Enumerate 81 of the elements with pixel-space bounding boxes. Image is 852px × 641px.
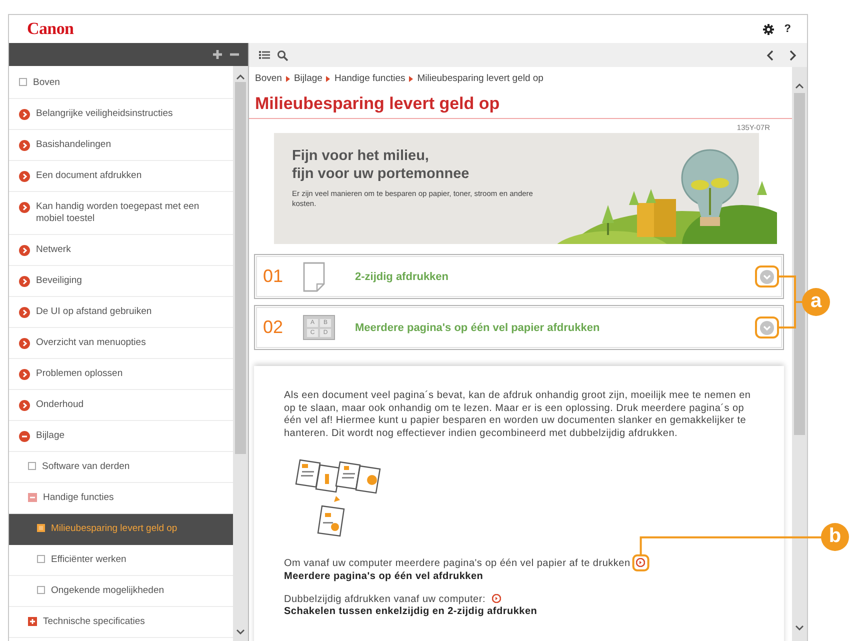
logo: Canon (27, 19, 74, 39)
toc-label: Efficiënter werken (51, 554, 126, 566)
breadcrumb-link[interactable]: Handige functies (334, 73, 406, 84)
collapse-icon[interactable] (28, 493, 37, 502)
scrollbar-thumb[interactable] (794, 93, 805, 435)
toc-item[interactable]: Basishandelingen (9, 130, 233, 161)
callout-badge: b (821, 523, 849, 552)
banner-headline: Fijn voor het milieu, fijn voor uw portemonnee (292, 147, 470, 183)
toc-label: Handige functies (43, 492, 114, 504)
breadcrumb-link[interactable]: Boven (255, 73, 282, 84)
breadcrumb-link[interactable]: Bijlage (294, 73, 322, 84)
body-paragraph: Als een document veel pagina´s bevat, kan de afdruk onhandig groot zijn, moeilijk mee te nemen en op te slaan, maar ook onhandig om te lezen. Maar er is een oplossing. Druk meerdere pagina´s op één vel af! Hiermee kunt u papier besparen en worden uw documenten slanker en gemakkelijker te hanteren. Dit wordt nog effectiever indien gecombineerd met dubbelzijdig afdrukken. (284, 390, 752, 440)
toc-item[interactable]: Onderhoud (9, 390, 233, 421)
link-sentence: Dubbelzijdig afdrukken vanaf uw computer: Schakelen tussen enkelzijdig en 2-zijdig afdrukken (284, 594, 538, 619)
page-icon (28, 462, 36, 470)
toc-item[interactable]: Overzicht van menuopties (9, 328, 233, 359)
link-arrow-icon[interactable] (636, 558, 646, 568)
page-icon (37, 555, 45, 563)
toc-item[interactable]: De UI op afstand gebruiken (9, 297, 233, 328)
callout-badge: a (802, 288, 830, 316)
topic-number: 02 (263, 317, 284, 338)
toc-item[interactable]: Netwerk (9, 235, 233, 266)
topic-number: 01 (263, 266, 284, 287)
toc-label: Een document afdrukken (36, 170, 142, 182)
expand-icon[interactable] (28, 617, 37, 626)
link-arrow-icon[interactable] (492, 594, 500, 603)
next-icon[interactable] (789, 50, 797, 60)
toc-label: Software van derden (42, 461, 130, 473)
previous-icon[interactable] (766, 50, 774, 60)
page-icon (303, 262, 325, 292)
toc-label: Beveiliging (36, 275, 82, 287)
toc-item[interactable]: Bijlage (9, 421, 233, 452)
toc-label: De UI op afstand gebruiken (36, 306, 152, 318)
scrollbar[interactable] (792, 67, 807, 641)
toc-label: Bijlage (36, 430, 65, 442)
expand-toggle-icon[interactable] (760, 270, 774, 284)
toc-label: Belangrijke veiligheidsinstructies (36, 108, 173, 120)
page-icon (19, 78, 27, 86)
toc-item[interactable]: Problemen oplossen (9, 359, 233, 390)
toc-item[interactable]: Belangrijke veiligheidsinstructies (9, 99, 233, 130)
search-icon[interactable] (277, 50, 288, 60)
link-sentence: Om vanaf uw computer meerdere pagina's op één vel papier af te drukken Meerdere pagina's op één vel afdrukken (284, 558, 754, 584)
expand-all-icon[interactable] (212, 49, 223, 60)
toc-label: Boven (33, 77, 60, 89)
toc-item[interactable]: Software van derden (9, 452, 233, 483)
chevron-up-icon[interactable] (795, 83, 804, 89)
toc-item[interactable]: Een document afdrukken (9, 161, 233, 192)
expand-toggle-icon[interactable] (760, 320, 774, 334)
breadcrumb-arrow-icon (326, 76, 330, 82)
page-icon (37, 524, 45, 532)
toc-label: Onderhoud (36, 399, 84, 411)
page-icon (37, 586, 45, 594)
chevron-up-icon[interactable] (236, 74, 245, 80)
toc-label: Kan handig worden toegepast met een mobiel toestel (36, 201, 200, 225)
page-title: Milieubesparing levert geld op (249, 88, 792, 119)
breadcrumb-arrow-icon (286, 76, 290, 82)
toc-label: Problemen oplossen (36, 368, 123, 380)
collapse-icon[interactable] (19, 431, 30, 442)
chevron-down-icon[interactable] (795, 625, 804, 631)
list-icon[interactable] (259, 50, 270, 60)
toc-item[interactable]: Boven (9, 68, 233, 99)
scrollbar-thumb[interactable] (235, 82, 246, 454)
toc-item[interactable]: Efficiënter werken (9, 545, 233, 576)
breadcrumb-arrow-icon (409, 76, 414, 82)
toc-item[interactable]: Milieubesparing levert geld op (9, 514, 233, 545)
toc-item[interactable]: Ongekende mogelijkheden (9, 576, 233, 607)
text-link[interactable]: Meerdere pagina's op één vel afdrukken (284, 570, 484, 582)
toc-label: Overzicht van menuopties (36, 337, 146, 349)
toc-item[interactable]: Technische specificaties (9, 607, 233, 638)
toc-label: Milieubesparing levert geld op (51, 523, 178, 535)
toc-label: Technische specificaties (43, 616, 145, 628)
chevron-down-icon[interactable] (236, 629, 245, 635)
help-button[interactable]: ? (782, 23, 793, 35)
toc-label: Ongekende mogelijkheden (51, 585, 164, 597)
text-link[interactable]: Schakelen tussen enkelzijdig en 2-zijdig afdrukken (284, 606, 538, 618)
toc-item[interactable]: Beveiliging (9, 266, 233, 297)
toc-label: Basishandelingen (36, 139, 112, 151)
scrollbar[interactable] (233, 66, 248, 641)
settings-icon[interactable] (763, 24, 774, 34)
toc-label: Netwerk (36, 244, 71, 256)
breadcrumb-current: Milieubesparing levert geld op (417, 73, 544, 84)
